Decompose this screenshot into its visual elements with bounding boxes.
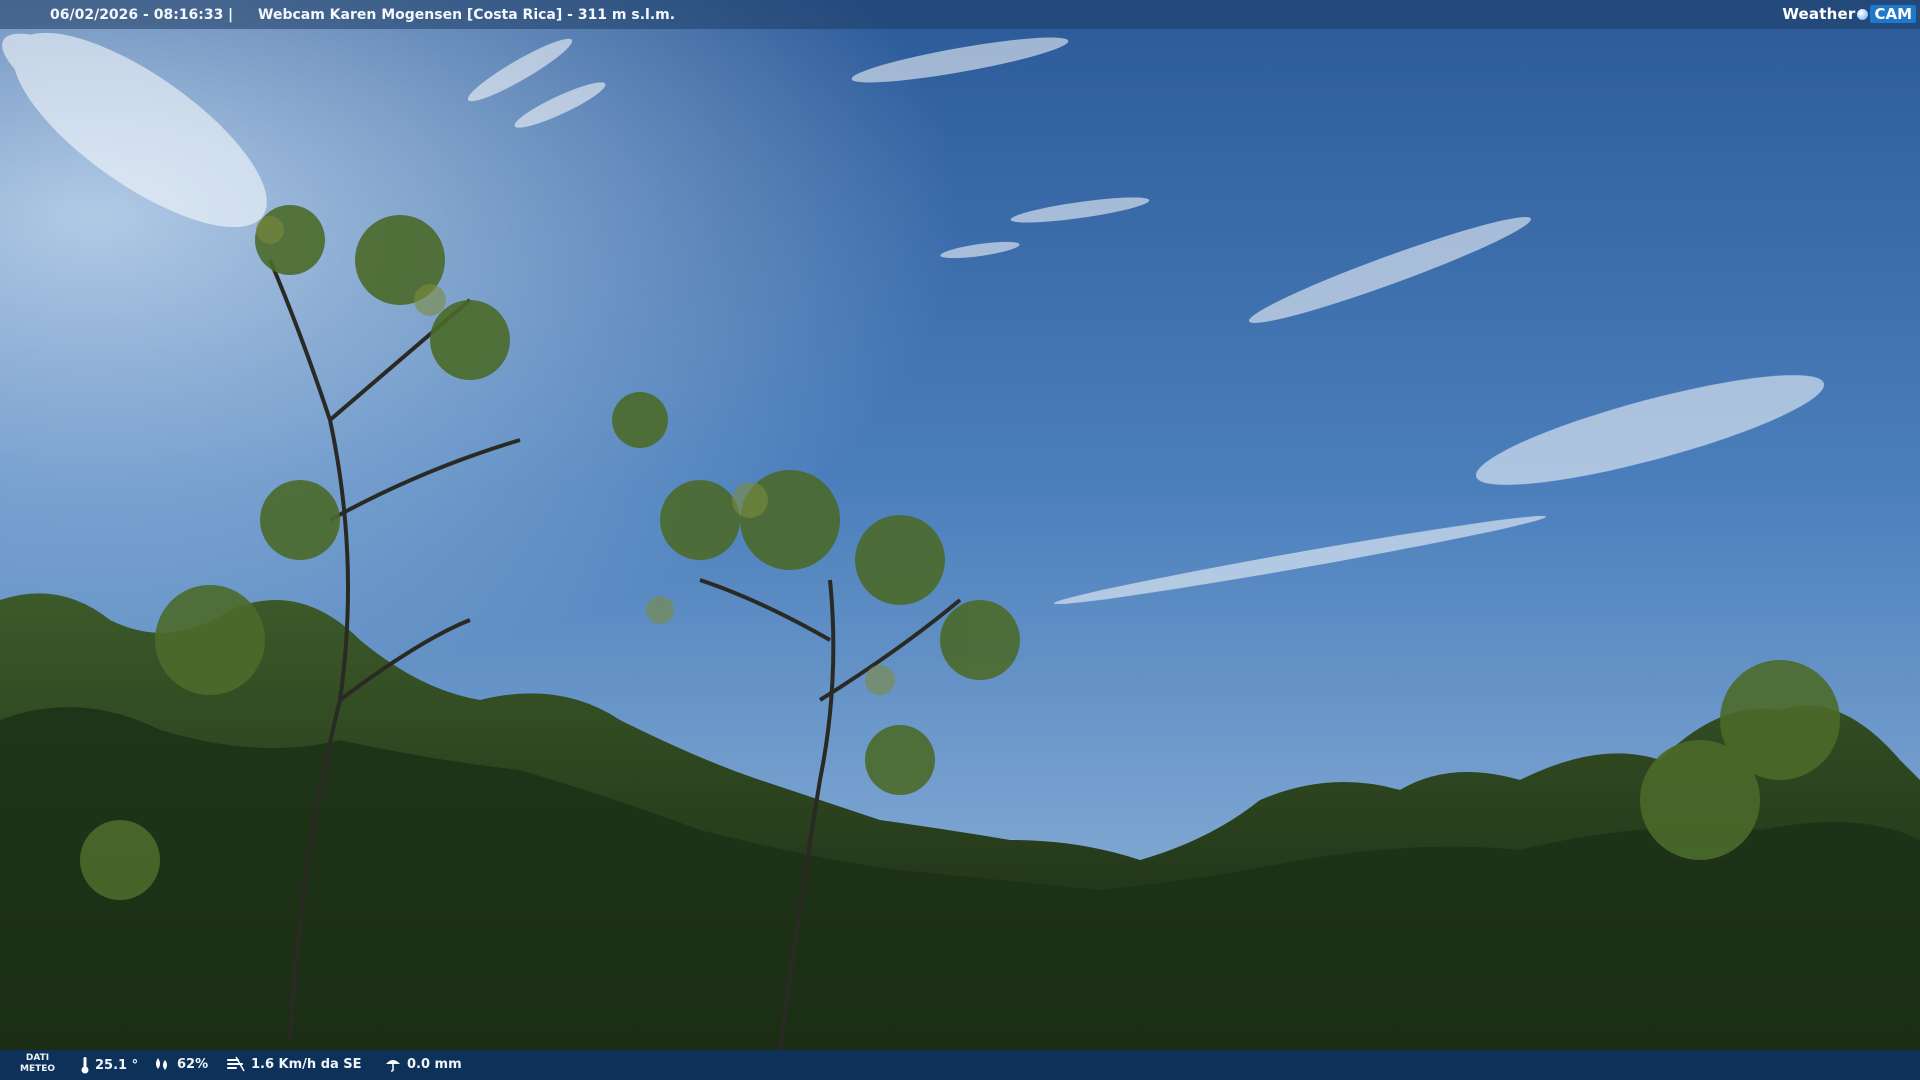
humidity-reading: 62%: [152, 1056, 208, 1072]
rain-reading: 0.0 mm: [384, 1056, 462, 1072]
weathercam-logo: Weather CAM: [1782, 3, 1916, 25]
temperature-reading: 25.1 °: [80, 1056, 138, 1074]
wind-reading: 1.6 Km/h da SE: [226, 1056, 362, 1072]
camera-info-label: Webcam Karen Mogensen [Costa Rica] - 311…: [258, 6, 676, 23]
humidity-drop-icon: [156, 1058, 167, 1070]
meteo-bar: DATI METEO 25.1 ° 62% 1.6 Km/h da SE 0.0…: [0, 1050, 1920, 1080]
logo-weather-text: Weather: [1782, 5, 1856, 23]
webcam-image: [0, 0, 1920, 1080]
wind-icon: [227, 1056, 245, 1072]
separator: |: [228, 6, 234, 23]
datetime-label: 06/02/2026 - 08:16:33: [50, 6, 224, 23]
rain-icon: [386, 1060, 400, 1072]
logo-cam-text: CAM: [1870, 5, 1916, 23]
logo-dot-icon: [1857, 8, 1869, 20]
header-bar: 06/02/2026 - 08:16:33 | Webcam Karen Mog…: [0, 0, 1920, 29]
thermometer-icon: [81, 1057, 89, 1074]
meteo-label: DATI METEO: [20, 1053, 56, 1074]
